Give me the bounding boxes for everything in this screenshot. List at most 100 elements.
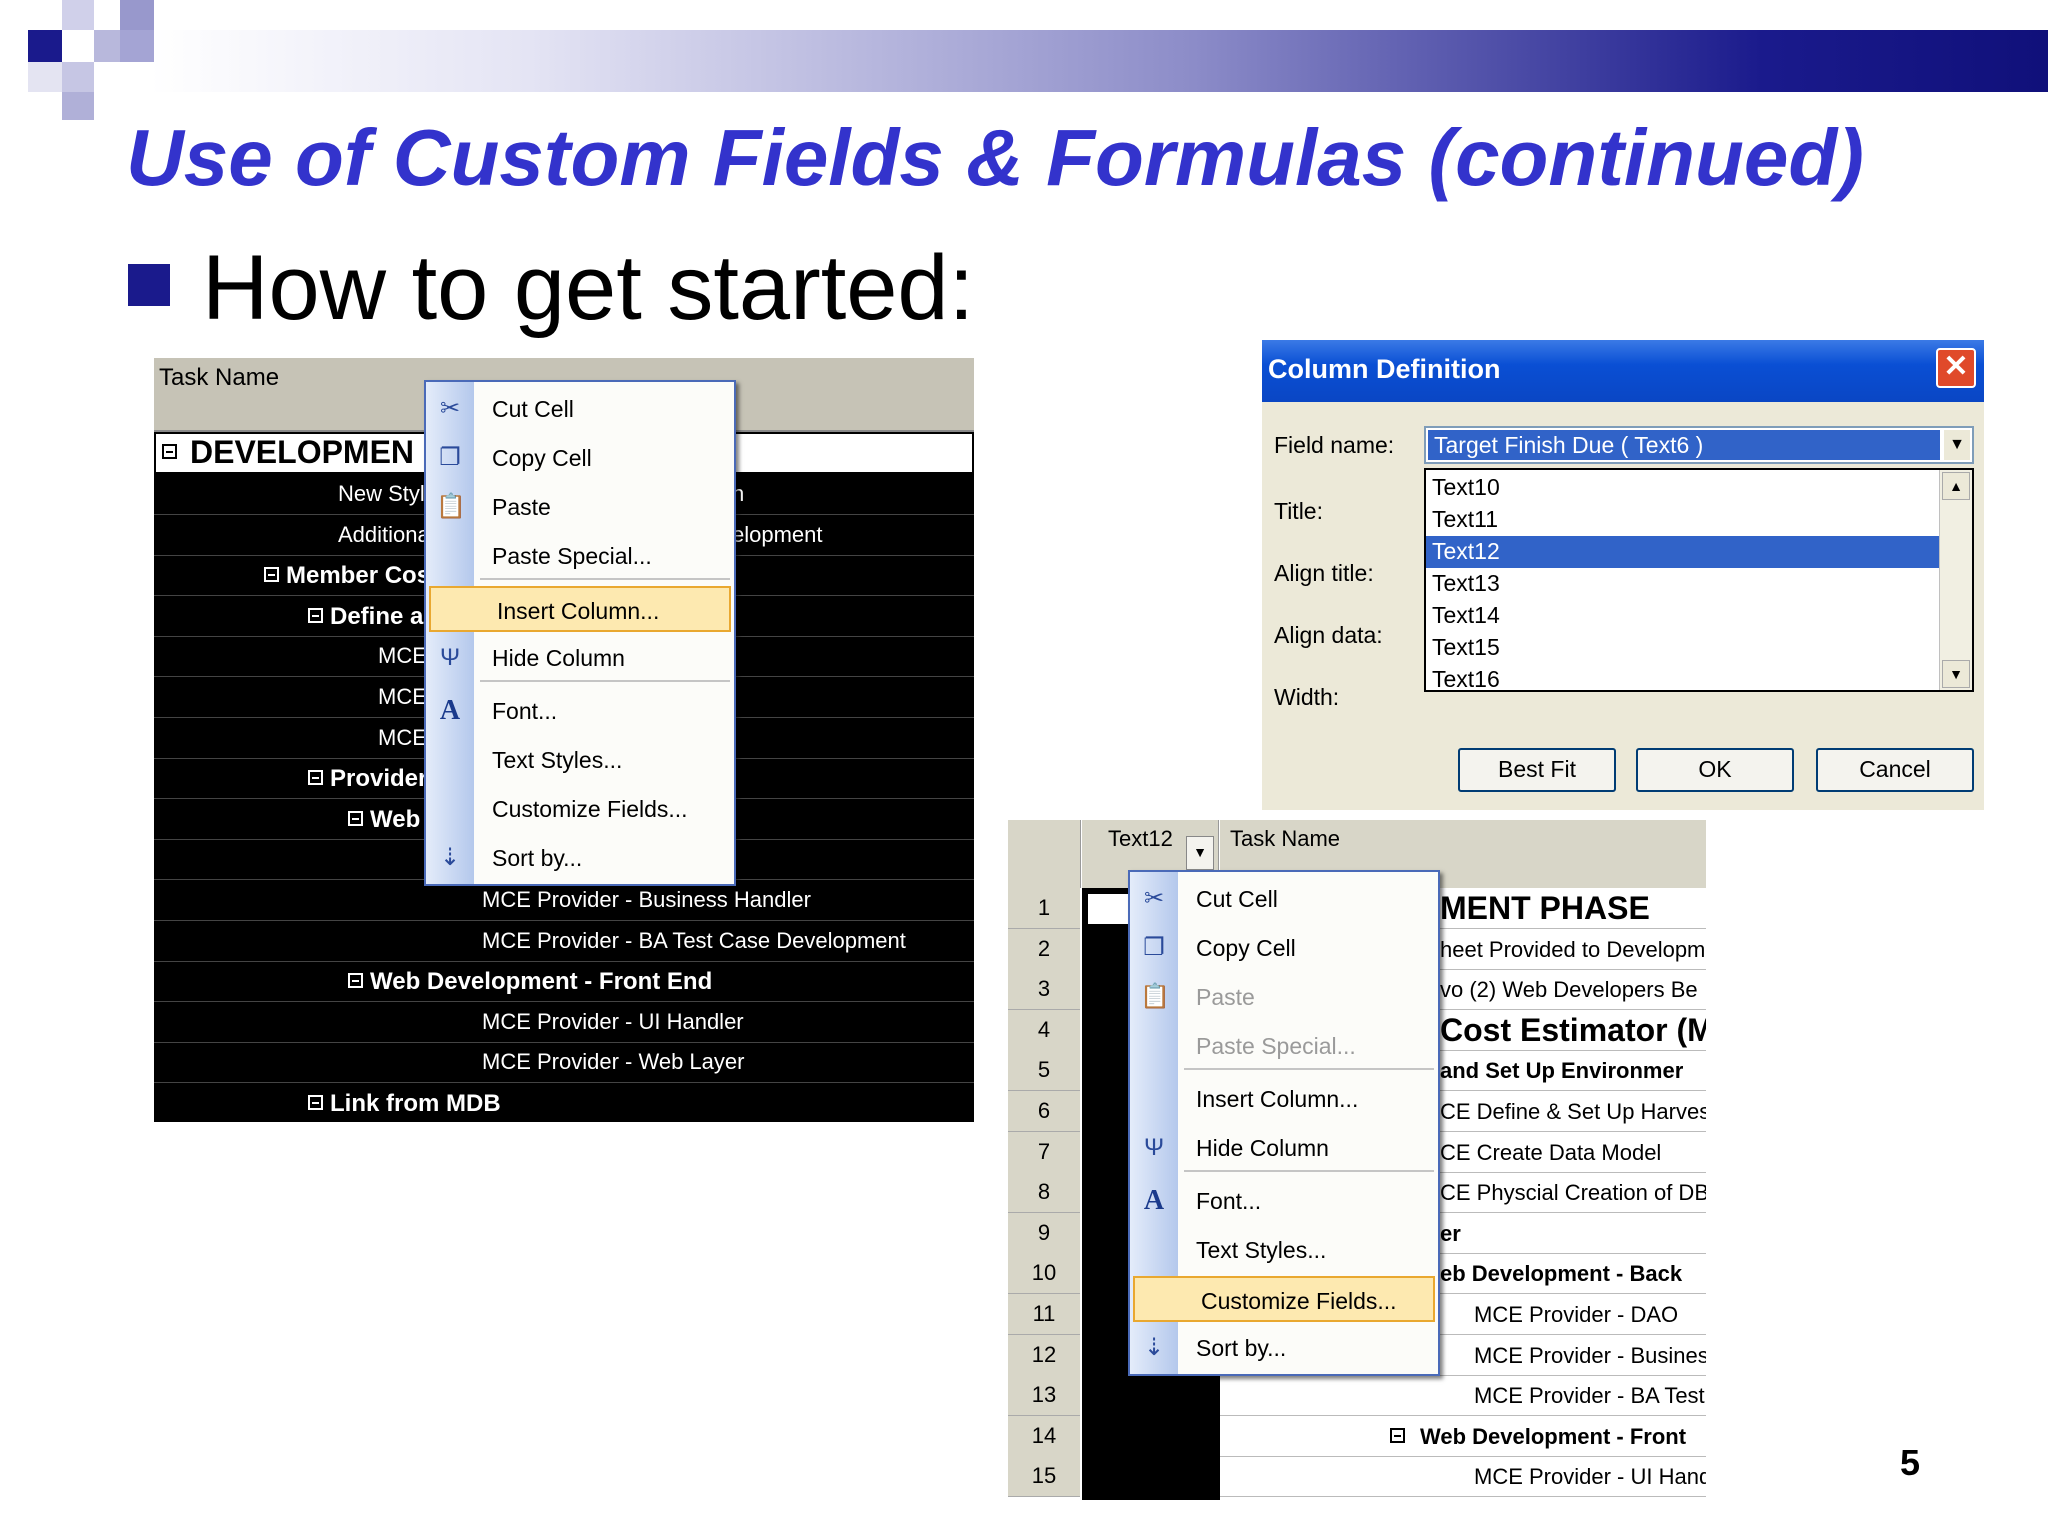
- hide-column-icon: Ψ: [1143, 1134, 1165, 1161]
- menu-item-label: Paste: [1196, 984, 1255, 1010]
- table-row[interactable]: MCE Provider - Web Layer: [154, 1042, 974, 1084]
- menu-item-insert-column[interactable]: Insert Column...: [429, 586, 731, 632]
- menu-item-customize-fields[interactable]: Customize Fields...: [426, 786, 734, 832]
- best-fit-button[interactable]: Best Fit: [1458, 748, 1616, 792]
- menu-item-font[interactable]: A Font...: [426, 688, 734, 734]
- row-number[interactable]: 9: [1008, 1212, 1080, 1254]
- menu-item-paste[interactable]: 📋 Paste: [426, 484, 734, 530]
- bullet-text: How to get started:: [202, 237, 975, 339]
- list-item[interactable]: Text15: [1426, 632, 1944, 664]
- task-name: and Set Up Environmer: [1440, 1058, 1684, 1084]
- collapse-toggle-icon[interactable]: [264, 567, 279, 583]
- table-row[interactable]: MCE Provider - BA Test: [1220, 1375, 1706, 1417]
- sort-az-icon: ⇣: [439, 844, 461, 871]
- menu-item-sort-by[interactable]: ⇣ Sort by...: [426, 835, 734, 881]
- menu-item-insert-column[interactable]: Insert Column...: [1130, 1076, 1438, 1122]
- list-item[interactable]: Text16: [1426, 664, 1944, 690]
- row-number[interactable]: 10: [1008, 1253, 1080, 1295]
- table-row[interactable]: Link from MDB: [154, 1083, 974, 1122]
- font-icon: A: [1143, 1185, 1165, 1216]
- row-number[interactable]: 1: [1008, 888, 1080, 929]
- menu-item-text-styles[interactable]: Text Styles...: [426, 737, 734, 783]
- collapse-toggle-icon[interactable]: [162, 444, 177, 459]
- scroll-down-icon[interactable]: ▼: [1942, 660, 1970, 688]
- table-row[interactable]: Web Development - Front: [1220, 1416, 1706, 1457]
- row-number[interactable]: 2: [1008, 928, 1080, 970]
- row-number[interactable]: 8: [1008, 1172, 1080, 1214]
- chevron-down-icon[interactable]: ▼: [1944, 430, 1970, 460]
- task-name: CE Define & Set Up Harves: [1440, 1099, 1706, 1124]
- align-title-label: Align title:: [1274, 560, 1374, 586]
- table-row[interactable]: MCE Provider - UI Hand: [1220, 1456, 1706, 1498]
- collapse-toggle-icon[interactable]: [308, 607, 323, 623]
- decor-square: [28, 62, 62, 92]
- decor-square: [120, 0, 154, 30]
- task-name: Provider: [330, 765, 428, 793]
- close-icon[interactable]: ✕: [1936, 348, 1976, 388]
- row-number[interactable]: 6: [1008, 1091, 1080, 1132]
- menu-item-text-styles[interactable]: Text Styles...: [1130, 1227, 1438, 1273]
- dialog-title-bar: Column Definition ✕: [1262, 340, 1984, 402]
- task-name: Cost Estimator (MCE): [1440, 1011, 1706, 1048]
- table-row[interactable]: MCE Provider - BA Test Case Development: [154, 921, 974, 962]
- row-number[interactable]: 12: [1008, 1334, 1080, 1376]
- menu-item-paste[interactable]: 📋 Paste: [1130, 974, 1438, 1020]
- menu-item-label: Insert Column...: [1196, 1086, 1359, 1112]
- list-item[interactable]: Text10: [1426, 472, 1944, 504]
- menu-item-label: Insert Column...: [497, 598, 660, 624]
- list-item[interactable]: Text11: [1426, 504, 1944, 536]
- menu-item-sort-by[interactable]: ⇣ Sort by...: [1130, 1325, 1438, 1371]
- table-row[interactable]: MCE Provider - UI Handler: [154, 1002, 974, 1043]
- row-number[interactable]: 13: [1008, 1375, 1080, 1417]
- field-name-combobox[interactable]: Target Finish Due ( Text6 ) ▼: [1424, 426, 1974, 464]
- menu-item-customize-fields[interactable]: Customize Fields...: [1133, 1276, 1435, 1322]
- row-number[interactable]: 14: [1008, 1415, 1080, 1457]
- row-number[interactable]: 15: [1008, 1456, 1080, 1498]
- menu-item-hide-column[interactable]: Ψ Hide Column: [426, 635, 734, 681]
- collapse-toggle-icon[interactable]: [308, 770, 323, 786]
- table-row[interactable]: MCE Provider - Business Handler: [154, 880, 974, 921]
- scroll-up-icon[interactable]: ▲: [1942, 472, 1970, 500]
- cancel-button[interactable]: Cancel: [1816, 748, 1974, 792]
- collapse-toggle-icon[interactable]: [348, 973, 363, 989]
- menu-item-hide-column[interactable]: Ψ Hide Column: [1130, 1125, 1438, 1171]
- width-label: Width:: [1274, 684, 1340, 710]
- menu-item-paste-special[interactable]: Paste Special...: [426, 533, 734, 579]
- menu-item-cut-cell[interactable]: ✂ Cut Cell: [426, 386, 734, 432]
- collapse-toggle-icon[interactable]: [308, 1095, 323, 1110]
- bullet-square-icon: [128, 264, 170, 306]
- scrollbar[interactable]: ▲ ▼: [1939, 470, 1972, 690]
- table-row[interactable]: Web Development - Front End: [154, 961, 974, 1003]
- paste-icon: 📋: [1140, 983, 1170, 1010]
- row-number[interactable]: 5: [1008, 1050, 1080, 1092]
- row-number[interactable]: 11: [1008, 1294, 1080, 1335]
- task-name-tail: elopment: [732, 521, 823, 547]
- ok-button[interactable]: OK: [1636, 748, 1794, 792]
- list-item[interactable]: Text13: [1426, 568, 1944, 600]
- menu-item-cut-cell[interactable]: ✂ Cut Cell: [1130, 876, 1438, 922]
- task-name: er: [1440, 1220, 1461, 1246]
- menu-item-paste-special[interactable]: Paste Special...: [1130, 1023, 1438, 1069]
- list-item[interactable]: Text12: [1426, 536, 1944, 568]
- menu-item-label: Hide Column: [492, 645, 625, 671]
- task-name: DEVELOPMEN: [190, 434, 415, 470]
- row-number[interactable]: 7: [1008, 1131, 1080, 1173]
- list-item[interactable]: Text14: [1426, 600, 1944, 632]
- decor-square: [62, 92, 94, 120]
- copy-icon: ❐: [439, 444, 461, 471]
- task-name: vo (2) Web Developers Be: [1440, 977, 1698, 1003]
- row-number[interactable]: 3: [1008, 969, 1080, 1011]
- decor-square: [120, 30, 154, 62]
- collapse-toggle-icon[interactable]: [348, 810, 363, 826]
- menu-item-copy-cell[interactable]: ❐ Copy Cell: [1130, 925, 1438, 971]
- field-name-dropdown-list[interactable]: Text16 Text15 Text14 Text13 Text12 Text11 Text…: [1424, 468, 1974, 692]
- chevron-down-icon[interactable]: ▼: [1186, 836, 1214, 870]
- collapse-toggle-icon[interactable]: [1390, 1427, 1405, 1443]
- task-name: MCE Provider - BA Test: [1474, 1383, 1705, 1409]
- menu-item-label: Paste Special...: [1196, 1033, 1356, 1059]
- menu-item-copy-cell[interactable]: ❐ Copy Cell: [426, 435, 734, 481]
- menu-item-font[interactable]: A Font...: [1130, 1178, 1438, 1224]
- task-name: eb Development - Back: [1440, 1261, 1683, 1287]
- menu-item-label: Paste Special...: [492, 543, 652, 569]
- row-number[interactable]: 4: [1008, 1009, 1080, 1051]
